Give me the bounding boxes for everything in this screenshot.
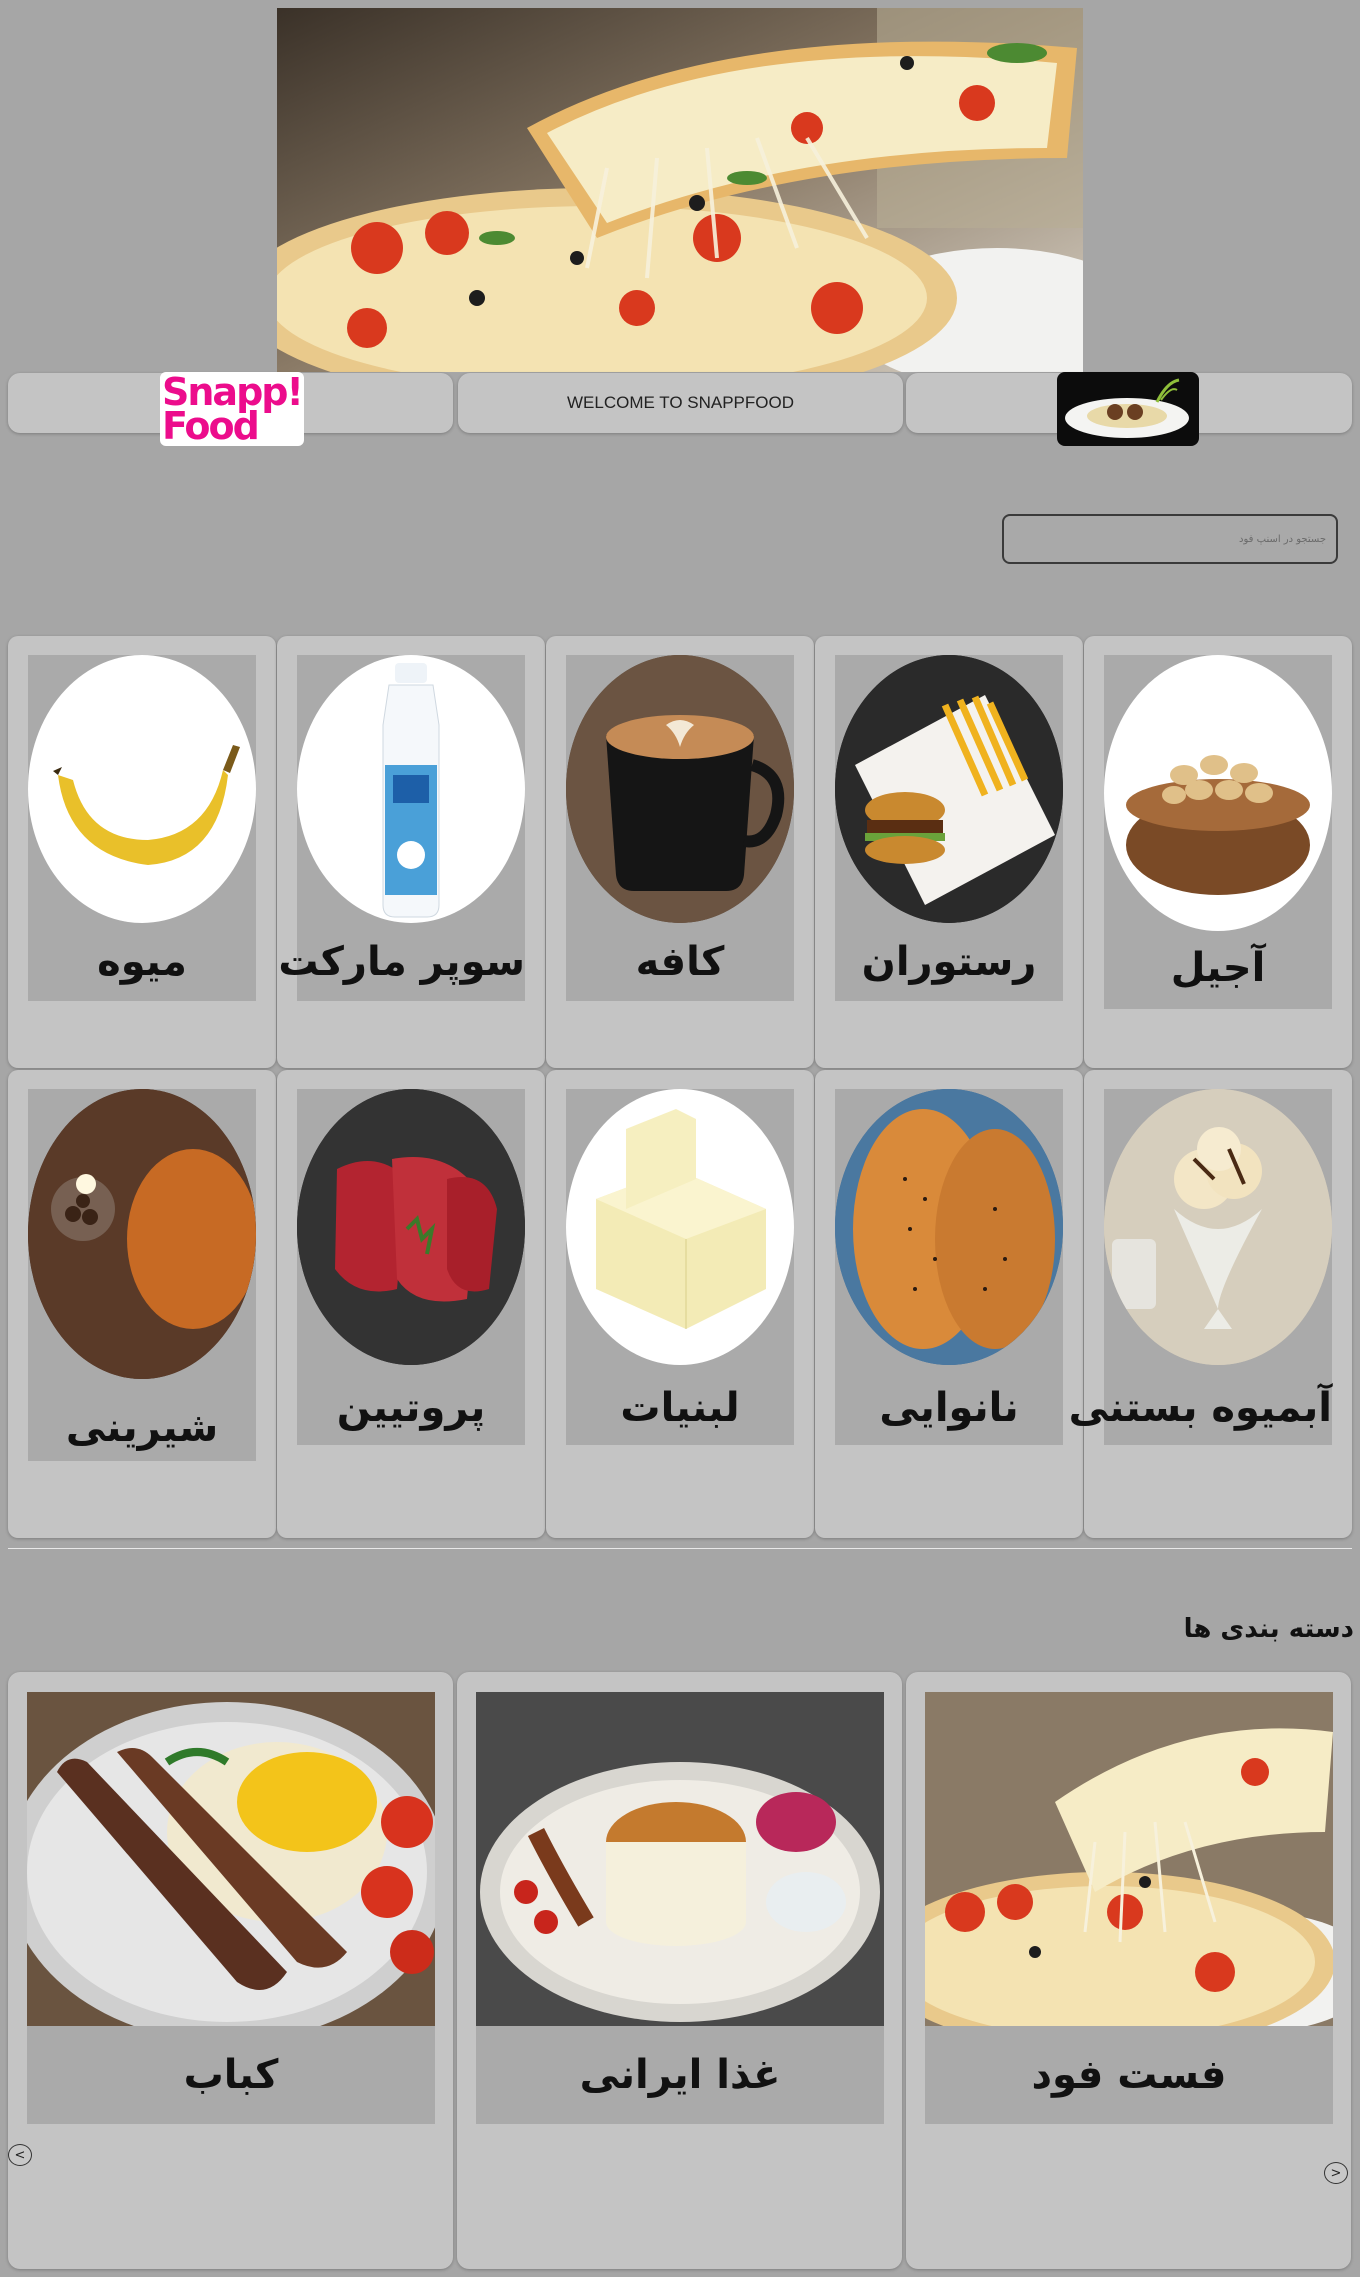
carousel-next-button[interactable]: >: [1324, 2162, 1348, 2184]
category-label: آجیل: [1170, 945, 1266, 991]
banana-icon: [28, 655, 256, 923]
featured-label: غذا ایرانی: [476, 2026, 884, 2124]
section-title: دسته بندی ها: [1183, 1614, 1354, 1644]
category-label: لبنیات: [620, 1385, 740, 1431]
category-card-sweets[interactable]: شیرینی: [8, 1070, 276, 1538]
category-card-cafe[interactable]: کافه: [546, 636, 814, 1068]
category-card-dairy[interactable]: لبنیات: [546, 1070, 814, 1538]
search-input[interactable]: [1002, 514, 1338, 564]
category-card-supermarket[interactable]: سوپر مارکت: [277, 636, 545, 1068]
category-card-nuts[interactable]: آجیل: [1084, 636, 1352, 1068]
bread-icon: [835, 1089, 1063, 1365]
category-label: سوپر مارکت: [278, 939, 525, 985]
category-card-fruit[interactable]: میوه: [8, 636, 276, 1068]
category-label: شیرینی: [65, 1405, 219, 1451]
snappfood-logo[interactable]: Snapp! Food: [160, 372, 304, 446]
welcome-text: WELCOME TO SNAPPFOOD: [566, 393, 795, 412]
logo-line-2: Food: [162, 404, 260, 448]
category-label: رستوران: [861, 939, 1037, 985]
pizza-image: [277, 8, 1083, 372]
section-divider: [8, 1548, 1352, 1549]
featured-label: فست فود: [925, 2026, 1333, 2124]
category-label: آبمیوه بستنی: [1068, 1385, 1332, 1431]
hero-banner-pizza: [277, 8, 1083, 372]
category-card-juice-icecream[interactable]: آبمیوه بستنی: [1068, 1070, 1352, 1538]
milk-bottle-icon: [297, 655, 525, 923]
kebab-plate-icon: [27, 1692, 435, 2026]
persian-plate-icon: [476, 1692, 884, 2026]
burger-fries-icon: [835, 655, 1063, 923]
dish-thumbnail[interactable]: [1057, 372, 1199, 446]
category-card-protein[interactable]: پروتیین: [277, 1070, 545, 1538]
featured-label: کباب: [27, 2026, 435, 2124]
featured-card-kebab[interactable]: کباب: [8, 1672, 453, 2269]
pizza-icon: [925, 1692, 1333, 2026]
ice-cream-icon: [1104, 1089, 1332, 1365]
cake-icon: [28, 1089, 256, 1379]
featured-card-persian-food[interactable]: غذا ایرانی: [457, 1672, 902, 2269]
carousel-prev-button[interactable]: <: [8, 2144, 32, 2166]
category-card-bakery[interactable]: نانوایی: [815, 1070, 1083, 1538]
chevron-right-icon: >: [1330, 2165, 1342, 2181]
plate-icon: [1065, 378, 1189, 438]
cheese-icon: [566, 1089, 794, 1365]
category-label: پروتیین: [336, 1385, 486, 1431]
featured-card-fast-food[interactable]: فست فود: [906, 1672, 1351, 2269]
chevron-left-icon: <: [14, 2147, 26, 2163]
pistachio-bowl-icon: [1104, 655, 1332, 931]
category-card-restaurant[interactable]: رستوران: [815, 636, 1083, 1068]
category-label: نانوایی: [879, 1385, 1019, 1431]
coffee-cup-icon: [566, 655, 794, 923]
category-label: میوه: [97, 939, 187, 985]
category-label: کافه: [635, 939, 725, 985]
raw-steak-icon: [297, 1089, 525, 1365]
